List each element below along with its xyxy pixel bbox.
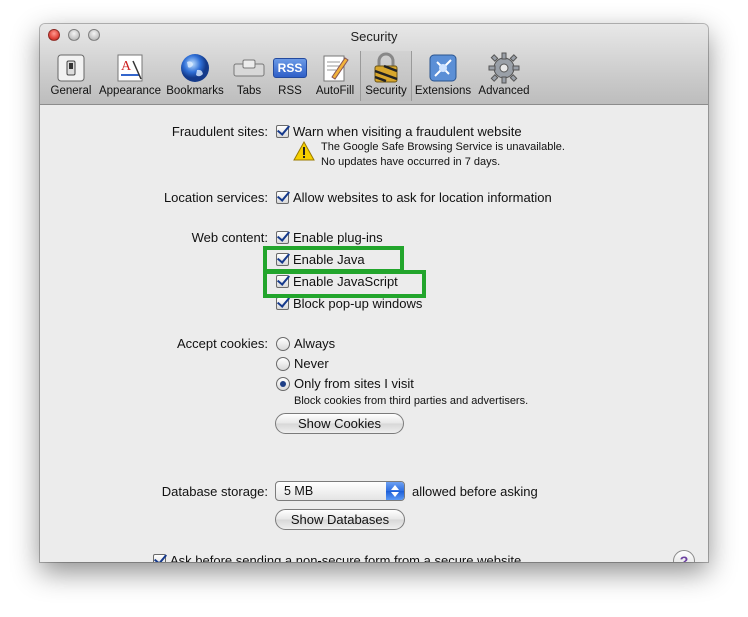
enable-javascript-checkbox[interactable] bbox=[276, 275, 289, 288]
tab-autofill[interactable]: AutoFill bbox=[310, 51, 360, 101]
tab-security[interactable]: Security bbox=[360, 51, 412, 101]
block-popups-option[interactable]: Block pop-up windows bbox=[276, 296, 422, 311]
appearance-font-icon: A bbox=[113, 52, 147, 84]
select-arrows-icon bbox=[386, 482, 404, 500]
tab-appearance-label: Appearance bbox=[98, 85, 162, 97]
database-storage-select[interactable]: 5 MB bbox=[275, 481, 405, 501]
help-button[interactable]: ? bbox=[673, 550, 695, 562]
enable-java-option[interactable]: Enable Java bbox=[276, 252, 365, 267]
enable-java-checkbox[interactable] bbox=[276, 253, 289, 266]
security-pane: Fraudulent sites: Warn when visiting a f… bbox=[40, 105, 708, 562]
block-popups-label: Block pop-up windows bbox=[293, 296, 423, 311]
cookies-note: Block cookies from third parties and adv… bbox=[294, 395, 529, 407]
tabs-icon bbox=[232, 52, 266, 84]
tab-general[interactable]: General bbox=[44, 51, 98, 101]
titlebar: Security General A Appearance Bookmarks bbox=[40, 24, 708, 105]
lock-icon bbox=[369, 52, 403, 84]
extensions-icon bbox=[426, 52, 460, 84]
tab-rss[interactable]: RSS RSS bbox=[270, 51, 310, 101]
cookies-never-radio[interactable] bbox=[276, 356, 290, 371]
rss-icon: RSS bbox=[272, 52, 308, 84]
tab-security-label: Security bbox=[365, 85, 407, 97]
location-option[interactable]: Allow websites to ask for location infor… bbox=[276, 190, 552, 205]
tab-tabs[interactable]: Tabs bbox=[228, 51, 270, 101]
tab-bookmarks[interactable]: Bookmarks bbox=[162, 51, 228, 101]
nonsecure-form-checkbox[interactable] bbox=[153, 554, 166, 562]
enable-plugins-option[interactable]: Enable plug-ins bbox=[276, 230, 383, 245]
accept-cookies-label: Accept cookies: bbox=[176, 336, 268, 351]
tab-general-label: General bbox=[50, 85, 92, 97]
fraudulent-sites-label: Fraudulent sites: bbox=[171, 124, 268, 139]
safe-browsing-warning-line1: The Google Safe Browsing Service is unav… bbox=[321, 141, 565, 153]
enable-javascript-option[interactable]: Enable JavaScript bbox=[276, 274, 398, 289]
cookies-always-radio[interactable] bbox=[276, 336, 290, 351]
tab-rss-label: RSS bbox=[278, 85, 302, 97]
tab-extensions-label: Extensions bbox=[414, 85, 472, 97]
tab-autofill-label: AutoFill bbox=[315, 85, 355, 97]
enable-plugins-checkbox[interactable] bbox=[276, 231, 289, 244]
svg-text:A: A bbox=[121, 59, 132, 74]
nonsecure-form-option[interactable]: Ask before sending a non-secure form fro… bbox=[153, 553, 521, 562]
cookies-never-label: Never bbox=[294, 356, 329, 371]
fraudulent-warning-checkbox[interactable] bbox=[276, 125, 289, 138]
block-popups-checkbox[interactable] bbox=[276, 297, 289, 310]
tab-extensions[interactable]: Extensions bbox=[412, 51, 474, 101]
location-option-label: Allow websites to ask for location infor… bbox=[293, 190, 552, 205]
rss-badge: RSS bbox=[272, 58, 308, 78]
fraudulent-warning-label: Warn when visiting a fraudulent website bbox=[293, 124, 522, 139]
general-switch-icon bbox=[54, 52, 88, 84]
cookies-visited-option[interactable]: Only from sites I visit bbox=[276, 376, 414, 391]
database-storage-suffix: allowed before asking bbox=[412, 484, 538, 499]
preferences-toolbar: General A Appearance Bookmarks Tabs RSS … bbox=[44, 51, 534, 101]
tab-bookmarks-label: Bookmarks bbox=[166, 85, 224, 97]
nonsecure-form-label: Ask before sending a non-secure form fro… bbox=[170, 553, 522, 562]
location-services-label: Location services: bbox=[163, 190, 268, 205]
safe-browsing-warning-line2: No updates have occurred in 7 days. bbox=[321, 156, 501, 168]
tab-appearance[interactable]: A Appearance bbox=[98, 51, 162, 101]
location-checkbox[interactable] bbox=[276, 191, 289, 204]
show-databases-button[interactable]: Show Databases bbox=[275, 509, 405, 530]
cookies-visited-radio[interactable] bbox=[276, 376, 290, 391]
globe-icon bbox=[178, 52, 212, 84]
enable-java-label: Enable Java bbox=[293, 252, 365, 267]
database-storage-label: Database storage: bbox=[161, 484, 268, 499]
autofill-pencil-icon bbox=[318, 52, 352, 84]
window-title: Security bbox=[350, 29, 398, 44]
show-cookies-button[interactable]: Show Cookies bbox=[275, 413, 404, 434]
fraudulent-warning-option[interactable]: Warn when visiting a fraudulent website bbox=[276, 124, 522, 139]
tab-advanced[interactable]: Advanced bbox=[474, 51, 534, 101]
database-storage-value: 5 MB bbox=[284, 484, 314, 498]
web-content-label: Web content: bbox=[191, 230, 268, 245]
warning-icon bbox=[293, 140, 315, 164]
cookies-never-option[interactable]: Never bbox=[276, 356, 329, 371]
enable-javascript-label: Enable JavaScript bbox=[293, 274, 398, 289]
gear-icon bbox=[487, 52, 521, 84]
preferences-window: Security General A Appearance Bookmarks bbox=[40, 24, 708, 562]
cookies-always-option[interactable]: Always bbox=[276, 336, 335, 351]
enable-plugins-label: Enable plug-ins bbox=[293, 230, 383, 245]
tab-tabs-label: Tabs bbox=[236, 85, 262, 97]
cookies-visited-label: Only from sites I visit bbox=[294, 376, 414, 391]
tab-advanced-label: Advanced bbox=[478, 85, 530, 97]
cookies-always-label: Always bbox=[294, 336, 336, 351]
